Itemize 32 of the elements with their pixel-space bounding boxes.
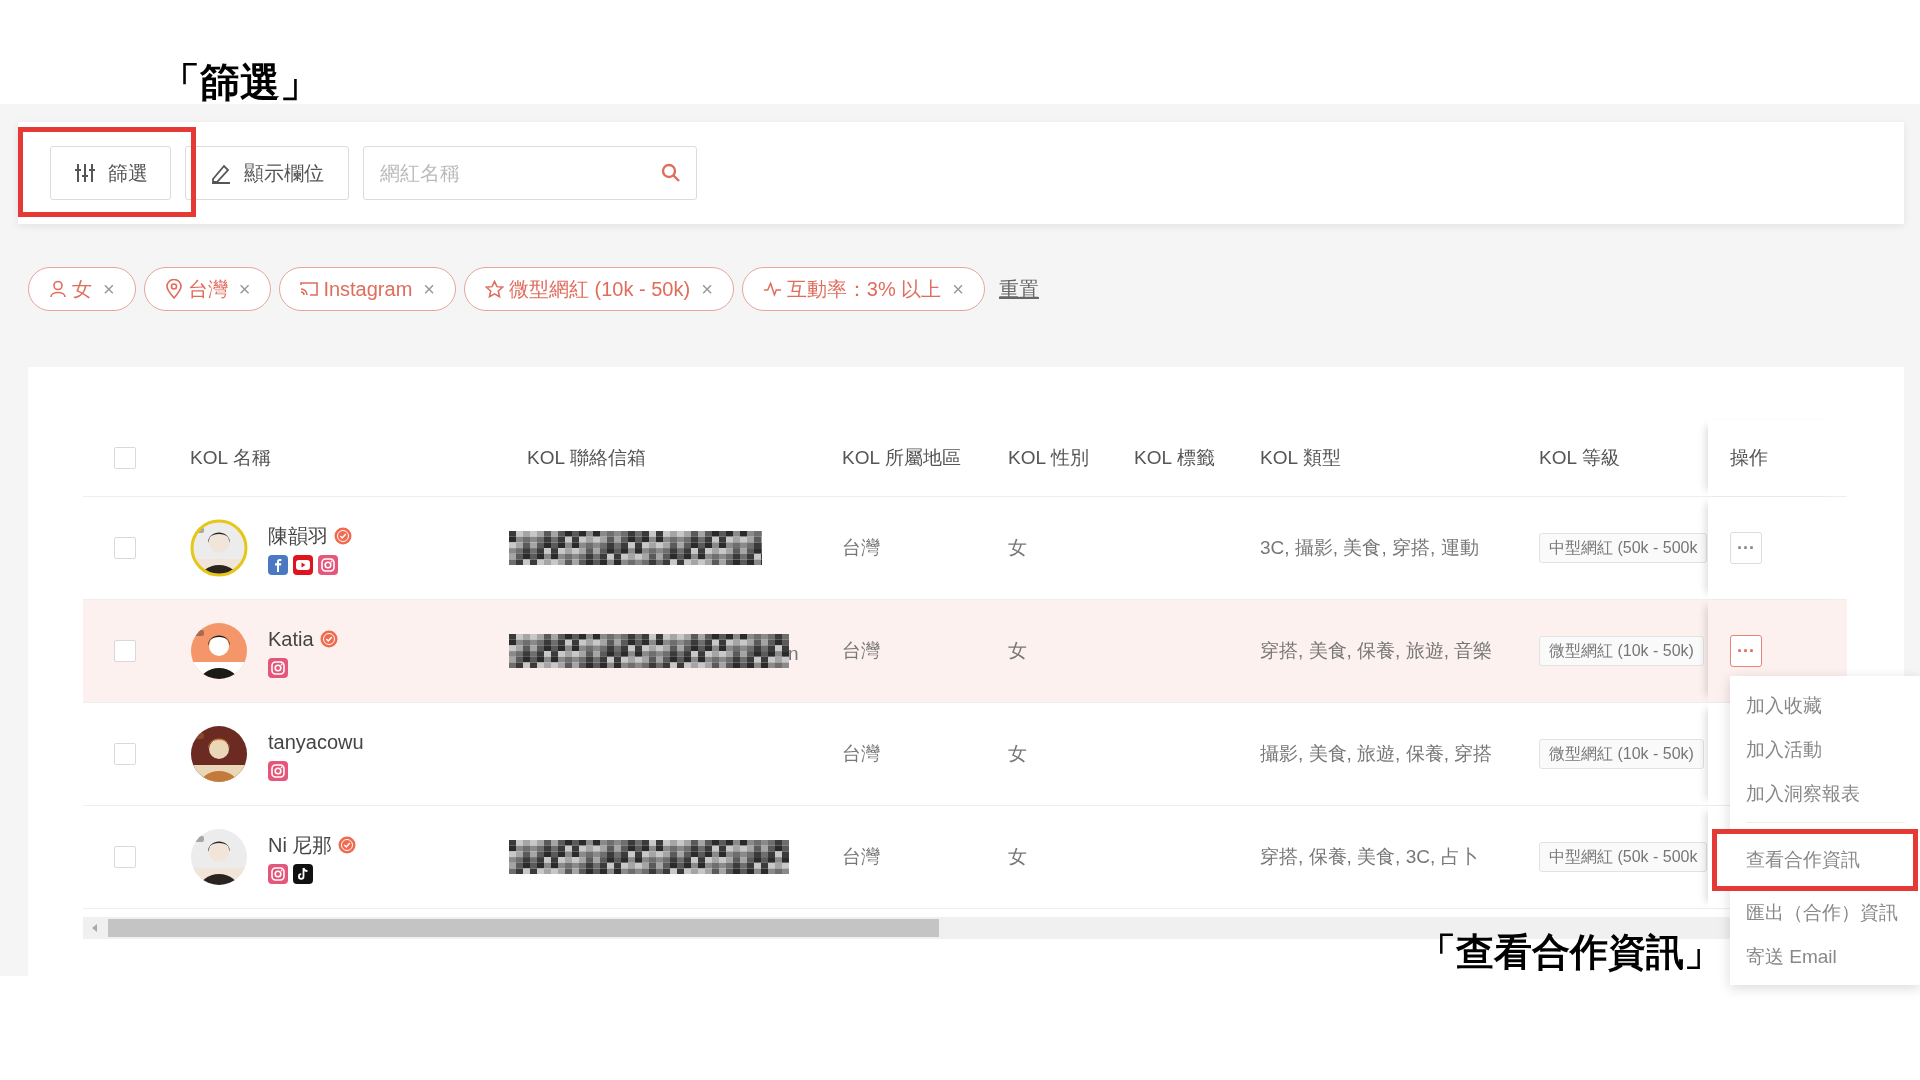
column-header: KOL 所屬地區 (842, 445, 961, 470)
chip-label: 微型網紅 (10k - 50k) (509, 277, 691, 302)
table-cell-text: 女 (1008, 535, 1027, 560)
table-cell-text: 女 (1008, 844, 1027, 869)
table-cell-text: 女 (1008, 638, 1027, 663)
column-header: 操作 (1730, 445, 1768, 470)
column-header: KOL 等級 (1539, 445, 1620, 470)
callout-text: 「查看合作資訊」 (1418, 930, 1722, 975)
table-cell-text: 3C, 攝影, 美食, 穿搭, 運動 (1260, 535, 1479, 560)
column-header: KOL 聯絡信箱 (527, 445, 646, 470)
column-header: KOL 標籤 (1134, 445, 1215, 470)
chip-label: 女 (72, 277, 92, 302)
table-cell-text: 台灣 (842, 741, 880, 766)
email-text: n (788, 641, 799, 666)
level-tag: 中型網紅 (50k - 500k (1539, 533, 1708, 563)
table-cell-text: 台灣 (842, 535, 880, 560)
table-cell-text: 攝影, 美食, 旅遊, 保養, 穿搭 (1260, 741, 1493, 766)
chip-label: 台灣 (187, 277, 228, 302)
level-tag: 中型網紅 (50k - 500k (1539, 842, 1708, 872)
column-header: KOL 名稱 (190, 445, 271, 470)
level-tag: 微型網紅 (10k - 50k) (1539, 739, 1704, 769)
callout-text: 「篩選」 (160, 59, 320, 106)
table-cell-text: 穿搭, 美食, 保養, 旅遊, 音樂 (1260, 638, 1493, 663)
chip-label: Instagram (323, 277, 413, 302)
table-cell-text: 台灣 (842, 844, 880, 869)
level-tag: 微型網紅 (10k - 50k) (1539, 636, 1704, 666)
table-cell-text: 穿搭, 保養, 美食, 3C, 占卜 (1260, 844, 1479, 869)
column-header: KOL 類型 (1260, 445, 1341, 470)
table-cell-text: 女 (1008, 741, 1027, 766)
table-cell-text: 台灣 (842, 638, 880, 663)
column-header: KOL 性別 (1008, 445, 1089, 470)
chip-label: 互動率：3% 以上 (786, 277, 942, 302)
